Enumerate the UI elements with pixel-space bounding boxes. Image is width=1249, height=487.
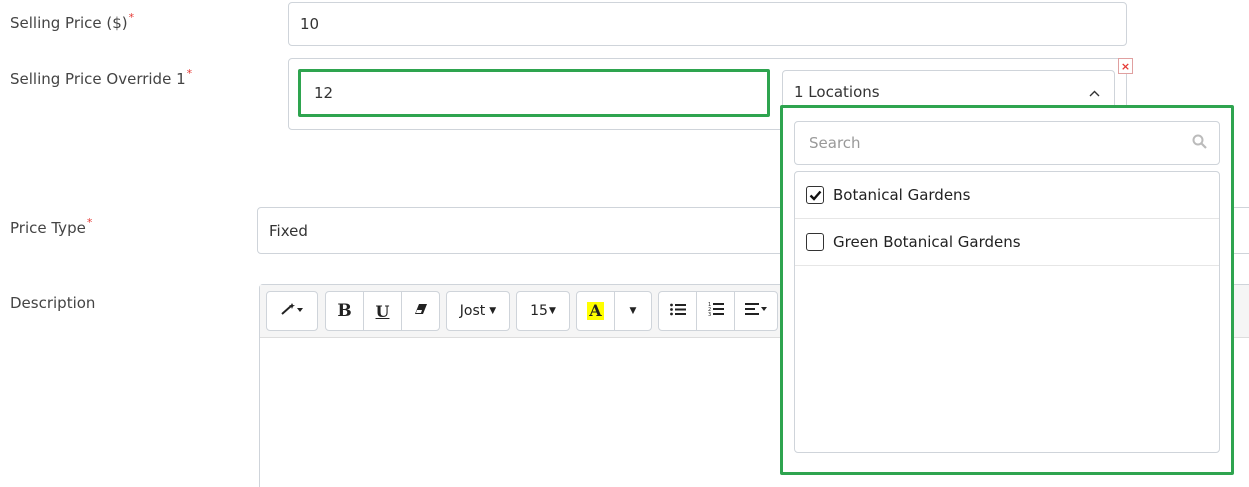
unordered-list-icon [669,303,686,320]
checkbox-unchecked-icon[interactable] [806,233,824,251]
chevron-up-icon [1089,87,1100,100]
underline-icon: U [375,301,390,321]
required-marker: * [186,67,193,80]
selling-price-override-label: Selling Price Override 1* [10,67,193,88]
ordered-list-button[interactable]: 123 [697,292,735,330]
font-name-group: Jost ▼ [446,291,510,331]
location-option[interactable]: Botanical Gardens [795,172,1219,219]
caret-down-icon: ▼ [629,306,637,316]
price-type-label: Price Type* [10,216,93,237]
required-marker: * [128,11,135,24]
search-icon [1192,134,1207,153]
text-color-button[interactable]: A [577,292,615,330]
paragraph-group: 123 [658,291,778,331]
search-placeholder: Search [809,134,861,152]
align-icon [745,303,767,319]
font-style-group: B U [325,291,440,331]
override-price-value: 12 [314,84,334,102]
locations-search-input[interactable]: Search [794,121,1220,165]
style-group [266,291,318,331]
location-option[interactable]: Green Botanical Gardens [795,219,1219,266]
font-size-dropdown[interactable]: 15 ▼ [517,292,569,330]
text-color-icon: A [587,301,604,320]
selling-price-value: 10 [300,15,320,33]
font-name-dropdown[interactable]: Jost ▼ [447,292,509,330]
checkbox-checked-icon[interactable] [806,186,824,204]
underline-button[interactable]: U [364,292,402,330]
caret-down-icon: ▼ [548,306,556,316]
bold-button[interactable]: B [326,292,364,330]
ordered-list-icon: 123 [708,302,724,320]
align-dropdown-button[interactable] [735,292,777,330]
magic-wand-button[interactable] [267,292,317,330]
remove-override-button[interactable]: × [1118,58,1133,74]
price-type-value: Fixed [269,221,308,240]
unordered-list-button[interactable] [659,292,697,330]
svg-text:3: 3 [708,312,711,316]
bold-icon: B [337,301,352,321]
required-marker: * [86,216,93,229]
color-dropdown-button[interactable]: ▼ [615,292,651,330]
color-group: A ▼ [576,291,652,331]
eraser-icon [414,303,428,319]
font-size-group: 15 ▼ [516,291,570,331]
location-option-label: Green Botanical Gardens [833,233,1021,251]
override-price-input[interactable]: 12 [298,69,770,117]
locations-options-list: Botanical Gardens Green Botanical Garden… [794,171,1220,453]
magic-wand-icon [280,302,304,320]
location-option-label: Botanical Gardens [833,186,971,204]
selling-price-label: Selling Price ($)* [10,11,135,32]
clear-format-button[interactable] [402,292,439,330]
caret-down-icon: ▼ [489,306,497,316]
locations-select-label: 1 Locations [794,83,880,101]
font-size-value: 15 [530,303,548,319]
font-name-value: Jost [459,303,486,319]
selling-price-input[interactable]: 10 [288,2,1127,46]
description-label: Description [10,294,96,312]
